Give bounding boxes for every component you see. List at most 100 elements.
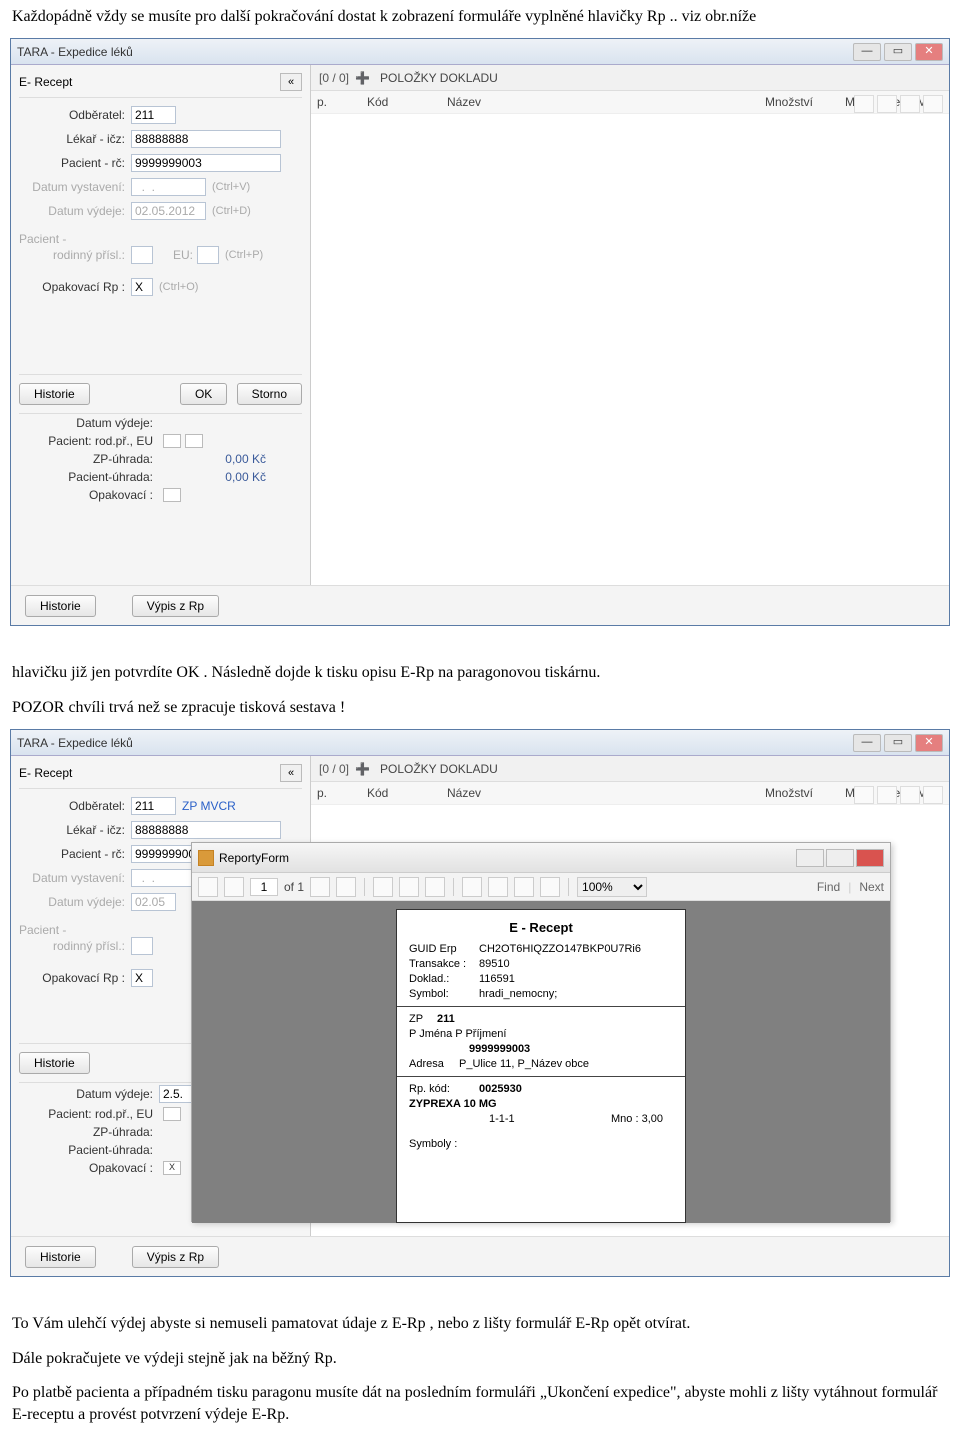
historie-button-bottom-2[interactable]: Historie — [25, 1246, 96, 1268]
sym-value: hradi_nemocny; — [479, 988, 557, 1000]
sym-label: Symbol: — [409, 988, 479, 1000]
input-rodpr[interactable] — [131, 246, 153, 264]
stop-icon[interactable] — [399, 877, 419, 897]
report-icon — [198, 850, 214, 866]
nav-first-icon[interactable] — [198, 877, 218, 897]
report-toolbar: of 1 100% Find | Next — [192, 873, 890, 901]
under2-pac-rod-eu-label: Pacient: rod.př., EU — [19, 1107, 159, 1121]
action-icon-4[interactable] — [923, 95, 943, 113]
under2-opak-label: Opakovací : — [19, 1161, 159, 1175]
close-button-2[interactable]: ✕ — [915, 734, 943, 752]
window-title-2: TARA - Expedice léků — [17, 736, 853, 750]
action-icon-4b[interactable] — [923, 786, 943, 804]
panel-title: E- Recept — [19, 75, 72, 89]
nav-prev-icon[interactable] — [224, 877, 244, 897]
action-icon-1[interactable] — [854, 95, 874, 113]
under2-pacuhrada-label: Pacient-úhrada: — [19, 1143, 159, 1157]
zoom-select[interactable]: 100% — [577, 877, 647, 897]
trans-label: Transakce : — [409, 958, 479, 970]
action-icon-1b[interactable] — [854, 786, 874, 804]
left-panel: E- Recept « Odběratel: Lékař - ičz: Paci… — [11, 65, 311, 585]
panel-title-2: E- Recept — [19, 766, 72, 780]
action-icon-2b[interactable] — [877, 786, 897, 804]
minimize-button-2[interactable]: — — [853, 734, 881, 752]
zp-value: 211 — [437, 1013, 455, 1025]
nav-next-icon[interactable] — [310, 877, 330, 897]
nav-last-icon[interactable] — [336, 877, 356, 897]
under2-rod-box — [163, 1107, 181, 1121]
storno-button[interactable]: Storno — [237, 383, 302, 405]
historie-button-2[interactable]: Historie — [19, 1052, 90, 1074]
input-rodpr-2[interactable] — [131, 937, 153, 955]
label-eu: EU: — [153, 248, 193, 262]
col-mnozstvi-2: Množství — [759, 786, 839, 800]
label-rodpr: rodinný přísl.: — [19, 248, 131, 262]
input-lekar-2[interactable] — [131, 821, 281, 839]
collapse-button[interactable]: « — [280, 73, 302, 91]
input-odberatel-2[interactable] — [131, 797, 176, 815]
label-datum-vystaveni-2: Datum vystavení: — [19, 871, 131, 885]
under-opak-box — [163, 488, 181, 502]
historie-button[interactable]: Historie — [19, 383, 90, 405]
under-rod-box — [163, 434, 181, 448]
back-icon[interactable] — [373, 877, 393, 897]
mno-label: Mno : — [611, 1113, 639, 1125]
davk: 1-1-1 — [489, 1113, 515, 1125]
plus-icon-2[interactable]: ➕ — [355, 762, 370, 776]
input-datum-vydeje[interactable] — [131, 202, 206, 220]
layout-icon[interactable] — [488, 877, 508, 897]
find-link[interactable]: Find — [817, 880, 840, 894]
under-pacuhrada-value: 0,00 Kč — [159, 470, 302, 484]
historie-button-bottom[interactable]: Historie — [25, 595, 96, 617]
refresh-icon[interactable] — [425, 877, 445, 897]
col-kod-2: Kód — [361, 786, 441, 800]
lek-name: ZYPREXA 10 MG — [409, 1098, 497, 1110]
input-lekar[interactable] — [131, 130, 281, 148]
input-opak-2[interactable] — [131, 969, 153, 987]
input-pacient[interactable] — [131, 154, 281, 172]
label-lekar-2: Lékař - ičz: — [19, 823, 131, 837]
recept-paper: E - Recept GUID ErpCH2OT6HIQZZO147BKP0U7… — [396, 909, 686, 1223]
action-icon-3[interactable] — [900, 95, 920, 113]
print-icon[interactable] — [462, 877, 482, 897]
vypis-button[interactable]: Výpis z Rp — [132, 595, 219, 617]
zp-link[interactable]: ZP MVCR — [182, 799, 236, 813]
page-input[interactable] — [250, 878, 278, 896]
plus-icon[interactable]: ➕ — [355, 71, 370, 85]
dok-label: Doklad.: — [409, 973, 479, 985]
maximize-button[interactable]: ▭ — [884, 43, 912, 61]
collapse-button-2[interactable]: « — [280, 764, 302, 782]
ok-button[interactable]: OK — [180, 383, 227, 405]
export-icon[interactable] — [540, 877, 560, 897]
rep-close-button[interactable] — [856, 849, 884, 867]
doc-paragraph-1: Každopádně vždy se musíte pro další pokr… — [0, 0, 960, 34]
action-icon-2[interactable] — [877, 95, 897, 113]
bottom-bar-2: Historie Výpis z Rp — [11, 1236, 949, 1276]
label-pacient-sub: Pacient - — [19, 232, 302, 246]
label-datum-vydeje-2: Datum výdeje: — [19, 895, 131, 909]
action-icon-3b[interactable] — [900, 786, 920, 804]
rep-max-button[interactable] — [826, 849, 854, 867]
col-mnozstvi: Množství — [759, 95, 839, 109]
close-button[interactable]: ✕ — [915, 43, 943, 61]
input-opak[interactable] — [131, 278, 153, 296]
input-datum-vystaveni[interactable] — [131, 178, 206, 196]
mno-value: 3,00 — [642, 1113, 663, 1125]
vypis-button-2[interactable]: Výpis z Rp — [132, 1246, 219, 1268]
hint-ctrlp: (Ctrl+P) — [225, 249, 263, 261]
under-pac-rod-eu-label: Pacient: rod.př., EU — [19, 434, 159, 448]
col-p: p. — [311, 95, 361, 109]
label-pacient: Pacient - rč: — [19, 156, 131, 170]
under2-datum-vydeje-label: Datum výdeje: — [19, 1087, 159, 1101]
doc-paragraph-4: Dále pokračujete ve výdeji stejně jak na… — [0, 1342, 960, 1376]
input-eu[interactable] — [197, 246, 219, 264]
rep-min-button[interactable] — [796, 849, 824, 867]
next-link[interactable]: Next — [859, 880, 884, 894]
maximize-button-2[interactable]: ▭ — [884, 734, 912, 752]
input-datum-vydeje-2[interactable] — [131, 893, 176, 911]
counter-2: [0 / 0] — [319, 762, 349, 776]
input-odberatel[interactable] — [131, 106, 176, 124]
minimize-button[interactable]: — — [853, 43, 881, 61]
under-panel: Datum výdeje: Pacient: rod.př., EU ZP-úh… — [19, 414, 302, 506]
pagesetup-icon[interactable] — [514, 877, 534, 897]
